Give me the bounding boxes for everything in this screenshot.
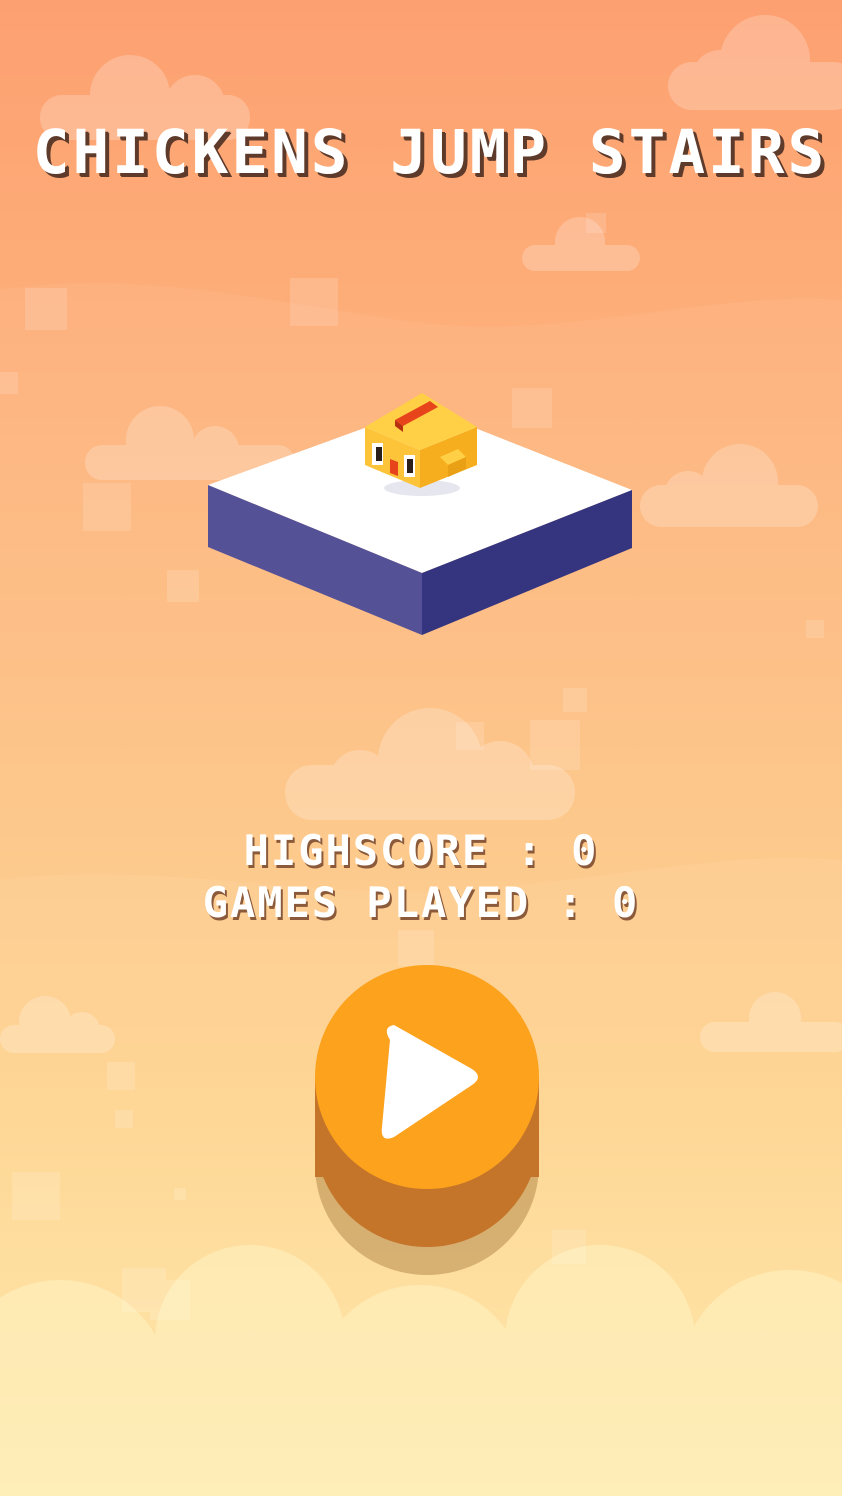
floating-square — [167, 570, 199, 602]
floating-square — [586, 213, 606, 233]
games-played-value: 0 — [612, 878, 640, 927]
cloud — [522, 217, 640, 271]
games-played-label: GAMES PLAYED — [202, 878, 531, 927]
floating-square — [530, 720, 580, 770]
platform-with-chicken — [208, 393, 632, 635]
highscore-label: HIGHSCORE — [243, 826, 490, 875]
games-played-text: GAMES PLAYED : 0 — [0, 878, 842, 928]
stats-separator: : — [489, 826, 572, 875]
floating-square — [0, 372, 18, 394]
play-button[interactable] — [310, 965, 546, 1285]
floating-square — [12, 1172, 60, 1220]
floating-square — [115, 1110, 133, 1128]
floating-square — [456, 722, 484, 750]
chicken-eye-pupil — [376, 447, 382, 461]
cloud — [668, 15, 842, 110]
stats-separator: : — [530, 878, 612, 927]
floating-square — [563, 688, 587, 712]
highscore-value: 0 — [571, 826, 599, 875]
game-screen: CHICKENS JUMP STAIRS HIGHSCORE: 0 GAMES… — [0, 0, 842, 1496]
game-title: CHICKENS JUMP STAIRS — [32, 117, 828, 188]
floating-square — [552, 1230, 586, 1264]
floating-square — [398, 930, 434, 966]
floating-square — [107, 1062, 135, 1090]
floating-square — [83, 483, 131, 531]
highscore-text: HIGHSCORE : 0 — [0, 826, 842, 876]
floating-square — [290, 278, 338, 326]
chicken-eye-pupil — [407, 459, 413, 473]
floating-square — [150, 1280, 190, 1320]
floating-square — [25, 288, 67, 330]
floating-square — [806, 620, 824, 638]
floating-square — [174, 1188, 186, 1200]
